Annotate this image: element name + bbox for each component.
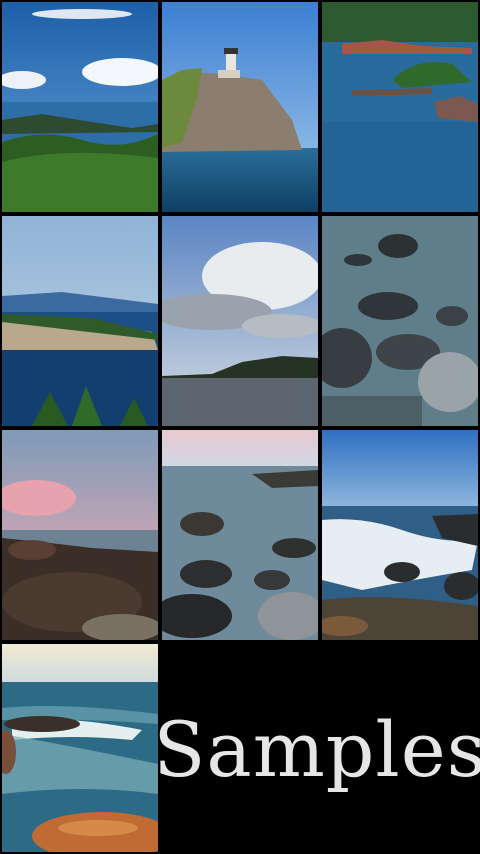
sample-photo-3[interactable] <box>322 2 478 212</box>
cloudy-sky-over-lake-photo <box>162 216 318 426</box>
sample-photo-8[interactable] <box>162 430 318 640</box>
cliff-across-bay-photo <box>2 216 158 426</box>
wave-rocks-foreground-photo <box>2 644 158 852</box>
rocky-islands-bay-photo <box>322 2 478 212</box>
long-exposure-rocks-photo <box>162 430 318 640</box>
sample-photo-2[interactable] <box>162 2 318 212</box>
sample-photo-10[interactable] <box>2 644 158 852</box>
lake-shore-overlook-photo <box>2 2 158 212</box>
sample-photo-4[interactable] <box>2 216 158 426</box>
sample-photo-5[interactable] <box>162 216 318 426</box>
samples-title: Samples <box>153 704 480 794</box>
sample-photo-6[interactable] <box>322 216 478 426</box>
lighthouse-cliff-photo <box>162 2 318 212</box>
crashing-waves-photo <box>322 430 478 640</box>
sample-photo-7[interactable] <box>2 430 158 640</box>
misty-rocks-water-photo <box>322 216 478 426</box>
pink-sunset-shore-photo <box>2 430 158 640</box>
sample-photo-9[interactable] <box>322 430 478 640</box>
sample-photo-1[interactable] <box>2 2 158 212</box>
